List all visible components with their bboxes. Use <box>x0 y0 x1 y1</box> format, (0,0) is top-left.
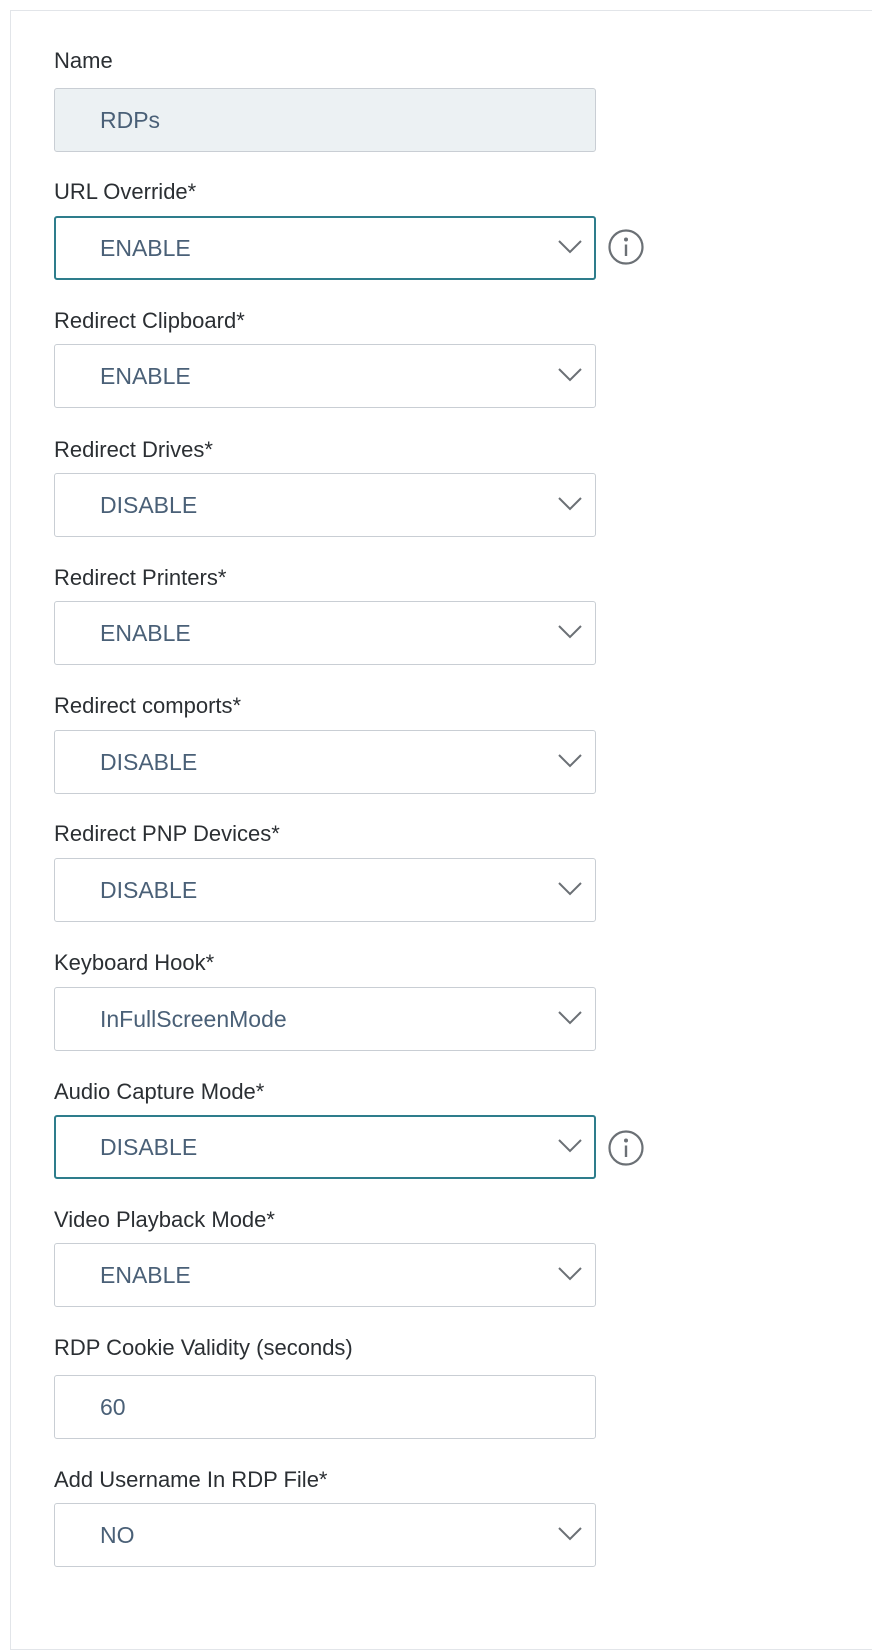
audio-capture-mode-select[interactable]: DISABLE <box>54 1115 596 1179</box>
redirect-comports-label: Redirect comports* <box>54 693 242 718</box>
chevron-down-icon <box>558 240 582 254</box>
chevron-down-icon <box>558 754 582 768</box>
redirect-printers-label: Redirect Printers* <box>54 565 227 590</box>
chevron-down-icon <box>558 1267 582 1281</box>
redirect-drives-select[interactable]: DISABLE <box>54 473 596 537</box>
redirect-comports-value: DISABLE <box>100 749 198 775</box>
audio-capture-mode-label: Audio Capture Mode* <box>54 1079 265 1104</box>
add-username-in-rdp-file-label: Add Username In RDP File* <box>54 1467 328 1492</box>
redirect-clipboard-select[interactable]: ENABLE <box>54 344 596 408</box>
redirect-drives-value: DISABLE <box>100 492 198 518</box>
chevron-down-icon <box>558 1139 582 1153</box>
redirect-pnp-devices-label: Redirect PNP Devices* <box>54 821 280 846</box>
redirect-clipboard-value: ENABLE <box>100 363 191 389</box>
keyboard-hook-value: InFullScreenMode <box>100 1006 287 1032</box>
redirect-clipboard-label: Redirect Clipboard* <box>54 308 245 333</box>
rdp-cookie-validity-input[interactable]: 60 <box>54 1375 596 1439</box>
video-playback-mode-label: Video Playback Mode* <box>54 1207 275 1232</box>
chevron-down-icon <box>558 1527 582 1541</box>
rdp-cookie-validity-value: 60 <box>100 1394 126 1420</box>
redirect-drives-label: Redirect Drives* <box>54 437 213 462</box>
video-playback-mode-value: ENABLE <box>100 1262 191 1288</box>
keyboard-hook-select[interactable]: InFullScreenMode <box>54 987 596 1051</box>
name-input: RDPs <box>54 88 596 152</box>
chevron-down-icon <box>558 882 582 896</box>
chevron-down-icon <box>558 497 582 511</box>
url-override-value: ENABLE <box>100 235 191 261</box>
url-override-select[interactable]: ENABLE <box>54 216 596 280</box>
chevron-down-icon <box>558 1011 582 1025</box>
keyboard-hook-label: Keyboard Hook* <box>54 950 215 975</box>
video-playback-mode-select[interactable]: ENABLE <box>54 1243 596 1307</box>
rdp-cookie-validity-label: RDP Cookie Validity (seconds) <box>54 1335 353 1360</box>
chevron-down-icon <box>558 625 582 639</box>
redirect-pnp-devices-select[interactable]: DISABLE <box>54 858 596 922</box>
add-username-in-rdp-file-select[interactable]: NO <box>54 1503 596 1567</box>
audio-capture-mode-value: DISABLE <box>100 1134 198 1160</box>
redirect-printers-select[interactable]: ENABLE <box>54 601 596 665</box>
name-value: RDPs <box>100 107 161 133</box>
info-icon[interactable] <box>607 1129 645 1167</box>
url-override-label: URL Override* <box>54 179 197 204</box>
add-username-in-rdp-file-value: NO <box>100 1522 135 1548</box>
name-label: Name <box>54 48 113 73</box>
redirect-pnp-devices-value: DISABLE <box>100 877 198 903</box>
chevron-down-icon <box>558 368 582 382</box>
info-icon[interactable] <box>607 228 645 266</box>
redirect-printers-value: ENABLE <box>100 620 191 646</box>
redirect-comports-select[interactable]: DISABLE <box>54 730 596 794</box>
